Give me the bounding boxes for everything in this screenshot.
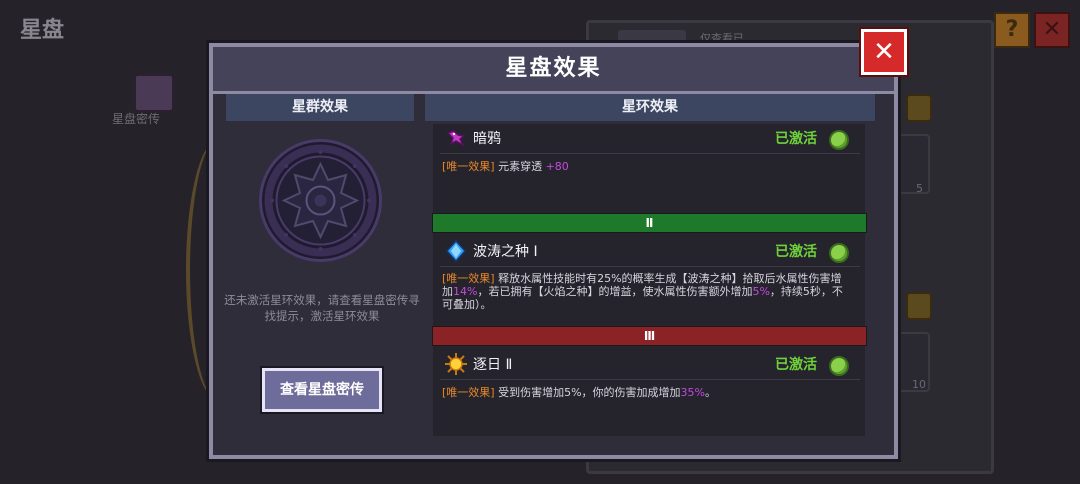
desc-text: ，若已拥有【火焰之种】的增益，使水属性伤害额外增加 xyxy=(477,285,753,298)
effect-row: 暗鸦 已激活 xyxy=(433,125,865,153)
astrolabe-disk-icon xyxy=(258,138,383,263)
effect-tag: [唯一效果] xyxy=(442,272,495,285)
crow-icon xyxy=(445,127,467,149)
screen-title: 星盘 xyxy=(20,18,65,43)
empty-effects-hint: 还未激活星环效果，请查看星盘密传寻找提示，激活星环效果 xyxy=(224,293,420,323)
effect-row: 波涛之种 Ⅰ 已激活 xyxy=(433,238,865,266)
constellation-effects-header: 星群效果 xyxy=(226,94,414,121)
coin-icon xyxy=(906,292,932,320)
view-lore-button[interactable]: 查看星盘密传 xyxy=(262,368,382,412)
ring-effects-header: 星环效果 xyxy=(425,94,875,121)
modal-header: 星盘效果 xyxy=(213,47,894,94)
desc-text: 元素穿透 xyxy=(494,160,546,173)
desc-value: 35% xyxy=(680,386,705,399)
effect-status: 已激活 xyxy=(775,357,817,373)
help-button[interactable]: ? xyxy=(994,12,1030,48)
row-separator xyxy=(440,266,860,267)
effect-status: 已激活 xyxy=(775,244,817,260)
active-indicator-icon xyxy=(829,356,849,376)
effect-status: 已激活 xyxy=(775,131,817,147)
desc-text: 受到伤害增加5%，你的伤害加成增加 xyxy=(494,386,681,399)
sun-icon xyxy=(445,353,467,375)
tier-divider-2: Ⅱ xyxy=(432,213,867,233)
astrolabe-lore-icon[interactable] xyxy=(134,74,174,112)
effect-name: 逐日 Ⅱ xyxy=(473,357,513,373)
desc-value: +80 xyxy=(545,160,569,173)
tier-divider-3: Ⅲ xyxy=(432,326,867,346)
effect-description: [唯一效果] 受到伤害增加5%，你的伤害加成增加35%。 xyxy=(442,386,852,399)
astrolabe-lore-label: 星盘密传 xyxy=(112,112,161,126)
desc-text: 。 xyxy=(705,386,716,399)
modal-close-button[interactable]: ✕ xyxy=(861,29,907,75)
active-indicator-icon xyxy=(829,130,849,150)
effect-tag: [唯一效果] xyxy=(442,386,495,399)
active-indicator-icon xyxy=(829,243,849,263)
effect-name: 暗鸦 xyxy=(473,131,501,147)
desc-value: 14% xyxy=(453,285,478,298)
effect-description: [唯一效果] 释放水属性技能时有25%的概率生成【波涛之种】拾取后水属性伤害增加… xyxy=(442,272,852,311)
slot-count: 10 xyxy=(912,378,926,391)
row-separator xyxy=(440,379,860,380)
modal-title: 星盘效果 xyxy=(505,56,602,81)
effect-row: 逐日 Ⅱ 已激活 xyxy=(433,351,865,379)
coin-icon xyxy=(906,94,932,122)
screen-close-button[interactable]: ✕ xyxy=(1034,12,1070,48)
water-crystal-icon xyxy=(445,239,467,263)
effect-description: [唯一效果] 元素穿透 +80 xyxy=(442,160,852,173)
effect-tag: [唯一效果] xyxy=(442,160,495,173)
row-separator xyxy=(440,153,860,154)
effect-name: 波涛之种 Ⅰ xyxy=(473,244,538,260)
slot-count: 5 xyxy=(916,182,923,195)
desc-value: 5% xyxy=(752,285,770,298)
